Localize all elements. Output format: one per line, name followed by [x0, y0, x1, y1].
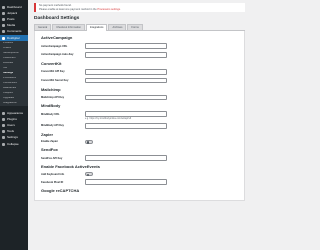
sidebar-item-label: Plugins	[7, 117, 17, 121]
settings-icon	[2, 136, 5, 140]
submenu-item-label: Products	[3, 42, 14, 45]
convertkit-api-label: ConvertKit API Key	[41, 70, 65, 74]
sidebar-item-label: Appearance	[7, 111, 24, 115]
facebook-auth-toggle[interactable]	[85, 172, 93, 177]
activecampaign-key-input[interactable]	[85, 52, 167, 58]
notice-processors-link[interactable]: Processors settings.	[97, 8, 120, 11]
notice-body-text: Please enable at least one payment metho…	[39, 7, 97, 11]
convertkit-api-row: ConvertKit API Key	[41, 68, 239, 75]
tools-icon	[2, 130, 5, 134]
sidebar-item-label: Dashboard	[7, 5, 22, 9]
submenu-item-label: Abandoned	[3, 87, 17, 90]
sidebar-item-collapse[interactable]: Collapse	[0, 141, 28, 147]
tab-integrations[interactable]: Integrations	[85, 24, 108, 32]
sendfox-api-row: SendFox API Key	[41, 155, 239, 161]
zapier-enable-row: Enable Zapier	[41, 139, 239, 145]
sidebar-item-label: Dotdigital	[7, 36, 20, 40]
convertkit-api-input[interactable]	[85, 68, 167, 75]
section-recaptcha-title: Google reCAPTCHA	[41, 188, 80, 194]
facebook-pixel-row: Facebook Pixel ID	[41, 179, 239, 185]
section-convertkit-title: ConvertKit	[41, 60, 62, 66]
sidebar-item-label: Tools	[7, 130, 15, 134]
media-icon	[2, 24, 5, 28]
mindbody-api-label: MindBody API Key	[41, 124, 64, 128]
mailchimp-api-input[interactable]	[85, 94, 167, 101]
submenu-item-label: Upgrades	[3, 97, 15, 100]
section-zapier-title: Zapier	[41, 131, 54, 137]
submenu-item-label: Customers	[3, 57, 16, 60]
submenu-item-label: Integrations	[3, 102, 17, 105]
mindbody-url-help: e.g. https://my.mindbodyonline.com/ws/ap…	[85, 118, 132, 121]
activecampaign-url-label: ActiveCampaign URL	[41, 44, 68, 48]
posts-icon	[2, 17, 5, 21]
main-content: No payment methods found. Please enable …	[28, 0, 250, 250]
section-mindbody-title: MindBody	[41, 103, 61, 109]
tab-general[interactable]: General	[34, 24, 52, 31]
submenu-item-label: Subscriptions	[3, 52, 19, 55]
settings-tabs: General Checkout Information Integration…	[34, 24, 245, 32]
tab-archives[interactable]: Archives	[108, 24, 127, 31]
mindbody-url-input[interactable]	[85, 111, 167, 117]
activecampaign-key-label: ActiveCampaign Auto-Key	[41, 53, 74, 57]
users-icon	[2, 124, 5, 128]
sidebar-item-label: Collapse	[7, 142, 19, 146]
submenu-item-label: Orders	[3, 47, 11, 50]
sidebar-item-label: Media	[7, 24, 16, 28]
integrations-panel: ActiveCampaign ActiveCampaign URL Active…	[34, 31, 245, 202]
section-mailchimp-title: Mailchimp	[41, 86, 61, 92]
sendfox-api-label: SendFox API Key	[41, 156, 63, 160]
dashboard-icon	[2, 5, 5, 9]
submenu-item-label: Connections	[3, 82, 18, 85]
submenu-item-label: Settings	[3, 72, 14, 75]
admin-sidebar: Dashboard Jetpack Posts Media Comments D…	[0, 0, 28, 250]
submenu-item-label: Licenses	[3, 62, 14, 65]
sidebar-item-label: Settings	[7, 136, 18, 140]
section-facebook-title: Enable Facebook ActiveEvents	[41, 164, 100, 170]
mindbody-api-input[interactable]	[85, 123, 167, 129]
sidebar-item-label: Comments	[7, 30, 22, 34]
zapier-enable-toggle[interactable]	[85, 139, 93, 145]
comments-icon	[2, 30, 5, 34]
mailchimp-api-label: Mailchimp API Key	[41, 95, 65, 99]
convertkit-secret-input[interactable]	[85, 77, 167, 84]
plugins-icon	[2, 117, 5, 121]
section-sendfox-title: SendFox	[41, 147, 58, 153]
facebook-auth-row: Add Keyboard Info	[41, 172, 239, 177]
submenu-item-label: Tax	[3, 67, 8, 70]
mindbody-url-row: MindBody URL	[41, 111, 239, 117]
sidebar-item-label: Jetpack	[7, 11, 18, 15]
mailchimp-api-row: Mailchimp API Key	[41, 94, 239, 101]
convertkit-secret-row: ConvertKit Secret Key	[41, 77, 239, 84]
submenu-item-label: Coupons	[3, 92, 14, 95]
page-title: Dashboard Settings	[34, 16, 80, 22]
activecampaign-url-row: ActiveCampaign URL	[41, 43, 239, 49]
zapier-enable-label: Enable Zapier	[41, 140, 59, 144]
convertkit-secret-label: ConvertKit Secret Key	[41, 79, 69, 83]
collapse-icon	[2, 142, 5, 146]
activecampaign-url-input[interactable]	[85, 43, 167, 49]
tab-forms[interactable]: Forms	[127, 24, 143, 31]
mindbody-url-label: MindBody URL	[41, 112, 60, 116]
facebook-auth-label: Add Keyboard Info	[41, 172, 65, 176]
appearance-icon	[2, 111, 5, 115]
section-activecampaign-title: ActiveCampaign	[41, 35, 73, 41]
facebook-pixel-input[interactable]	[85, 179, 167, 185]
sidebar-item-label: Users	[7, 124, 15, 128]
tab-checkout-information[interactable]: Checkout Information	[52, 24, 85, 31]
submenu-item-label: Processors	[3, 77, 16, 80]
jetpack-icon	[2, 11, 5, 15]
error-notice: No payment methods found. Please enable …	[34, 3, 245, 13]
notice-body: Please enable at least one payment metho…	[39, 8, 242, 12]
sidebar-item-label: Posts	[7, 17, 15, 21]
facebook-pixel-label: Facebook Pixel ID	[41, 180, 64, 184]
activecampaign-key-row: ActiveCampaign Auto-Key	[41, 52, 239, 58]
mindbody-api-row: MindBody API Key	[41, 123, 239, 129]
sendfox-api-input[interactable]	[85, 155, 167, 161]
plugin-icon	[2, 36, 5, 40]
